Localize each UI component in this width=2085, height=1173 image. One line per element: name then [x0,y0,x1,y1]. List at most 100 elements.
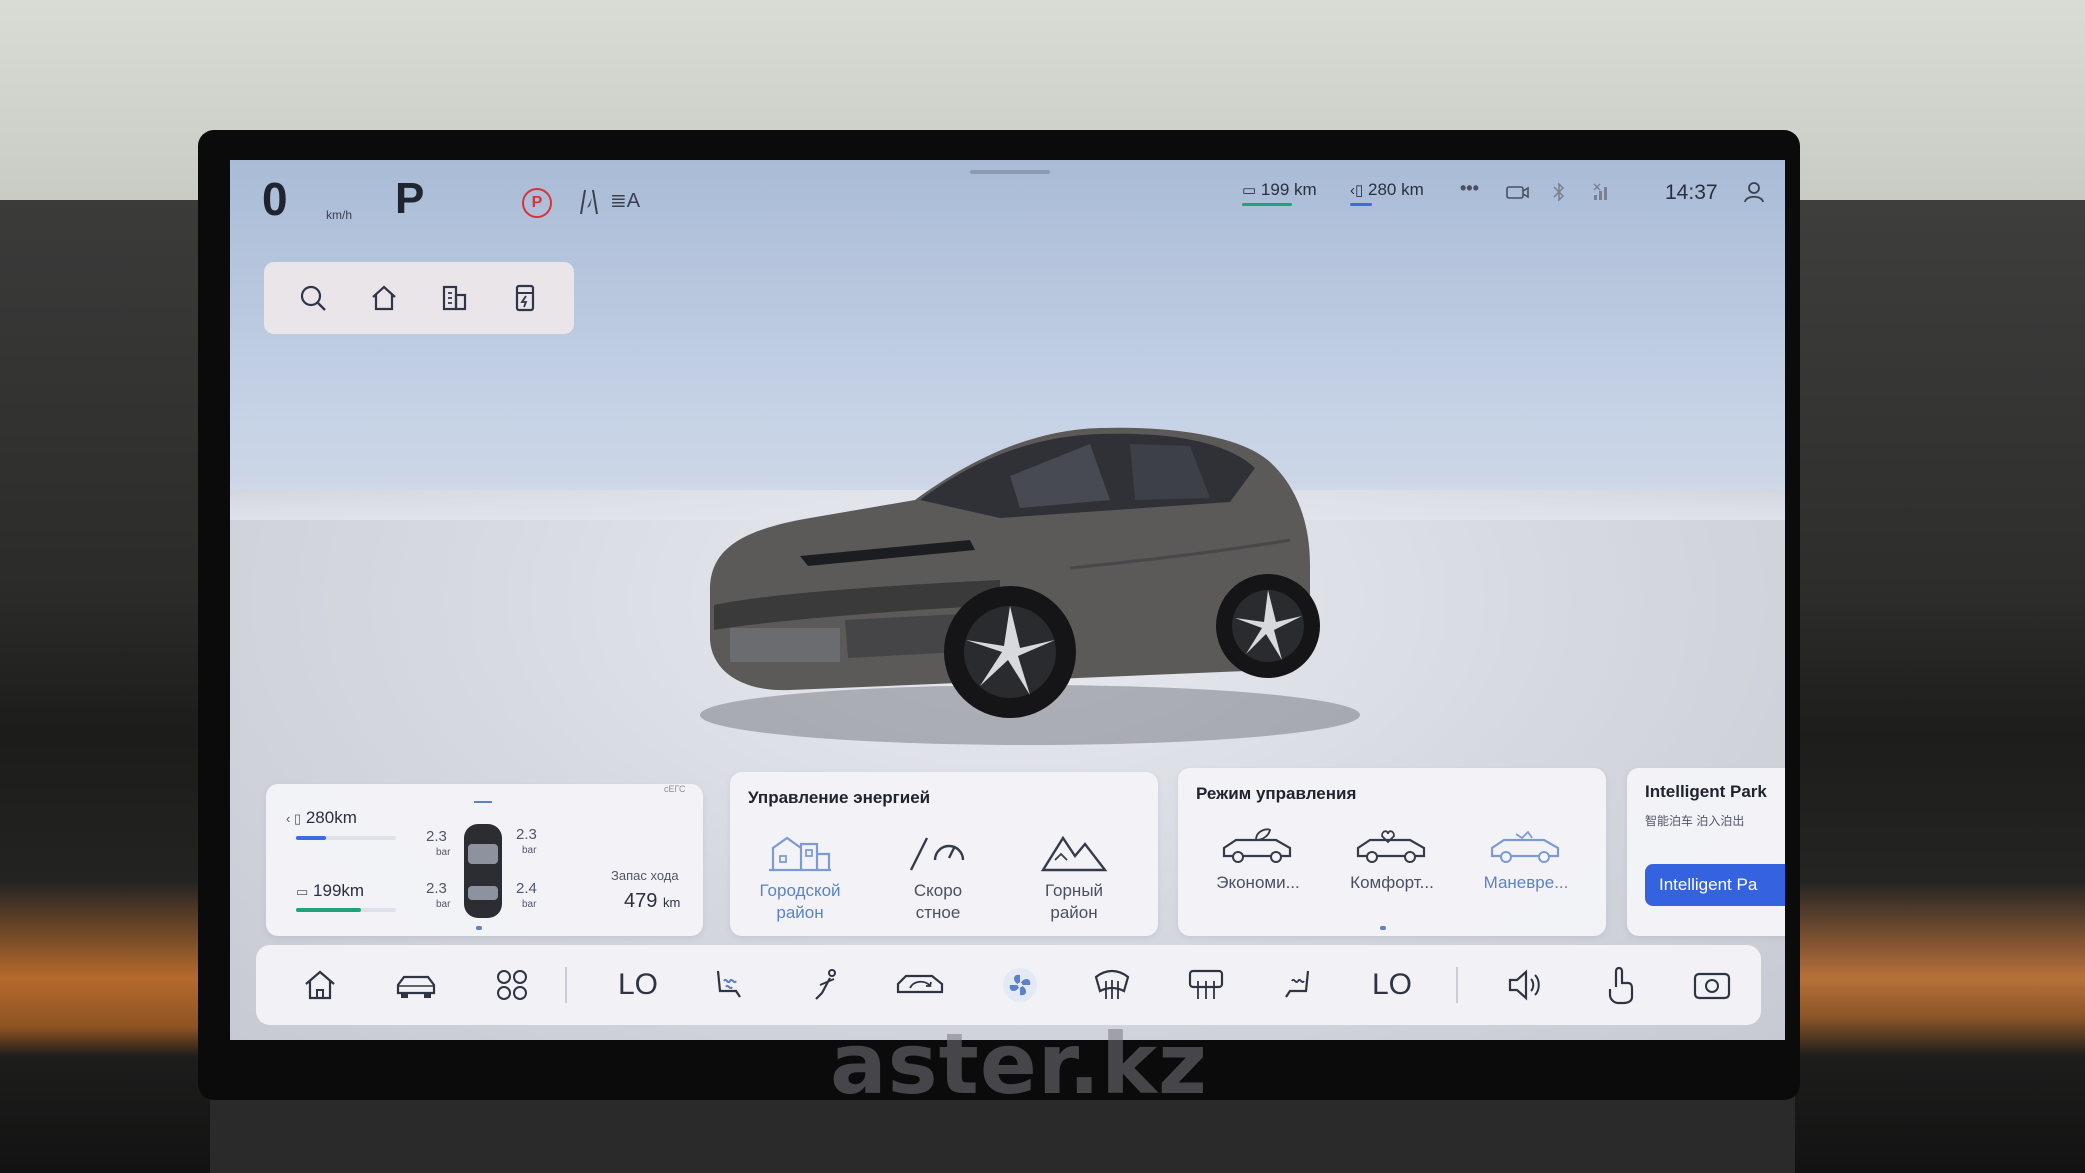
card-corner-label: сЕГС [664,784,686,794]
fan-icon[interactable] [996,961,1044,1009]
total-range-unit: km [662,895,681,910]
energy-mode-highway[interactable]: Скоро стное [878,830,998,924]
electric-range-chip[interactable]: ▭ 199 km [1242,180,1317,206]
drive-mode-comfort-label: Комфорт... [1350,873,1434,892]
speed-unit: km/h [326,208,353,222]
comfort-car-icon [1356,830,1426,863]
tire-unit-front-left: bar [436,847,451,858]
parking-brake-icon: P [522,188,552,218]
clock: 14:37 [1665,181,1718,204]
fuel-range-bar [1350,203,1372,206]
tire-unit-rear-left: bar [436,899,451,910]
intelligent-park-button[interactable]: Intelligent Pa [1645,864,1785,906]
total-range-row: 479 km [624,890,680,913]
home-icon[interactable] [364,278,404,318]
electric-range-row: ▭ 199km [296,881,364,901]
rear-defrost-icon[interactable] [1182,961,1230,1009]
drive-mode-card: Режим управления Экономи... Комфорт... М… [1178,768,1606,936]
drive-mode-sport[interactable]: Маневре... [1466,826,1586,894]
energy-mode-city[interactable]: Городской район [740,830,860,924]
energy-mode-mountain-label-1: Горный [1044,881,1104,900]
page-indicator [476,926,482,930]
fuel-range-row: ‹ ▯ 280km [286,808,357,828]
drive-mode-comfort[interactable]: Комфорт... [1332,826,1452,894]
drive-card-title: Режим управления [1196,784,1357,803]
park-card-title: Intelligent Park [1645,782,1767,801]
energy-mode-highway-label-1: Скоро [913,881,963,900]
windshield-defrost-icon[interactable] [1088,961,1136,1009]
park-card-subtitle: 智能泊车 泊入泊出 [1645,814,1745,828]
electric-range-value: 199 km [1260,180,1317,199]
volume-icon[interactable] [1502,961,1550,1009]
fuel-level-fill [296,836,326,840]
driver-temperature-value: LO [617,968,659,1001]
watermark: aster.kz [830,1015,1208,1113]
total-range-value: 479 [624,890,658,912]
infotainment-screen: 0 km/h P P ≣A ▭ 199 km ‹▯ 280 km ••• 14:… [230,160,1785,1040]
energy-mode-city-label-1: Городской [759,881,841,900]
pull-down-handle[interactable] [970,170,1050,174]
driver-temperature[interactable]: LO [606,961,670,1009]
speed-value: 0 [262,173,288,225]
electric-range-icon: ▭ [1242,182,1257,199]
camera-icon [1505,182,1529,207]
seat-belt-icon[interactable] [802,961,850,1009]
auto-headlight-icon: ≣A [610,190,641,212]
bottom-dock: LO LO [256,945,1761,1025]
fuel-range-value: 280 km [1367,180,1424,199]
battery-icon: ▭ [296,884,309,899]
vehicle-3d-model[interactable] [670,390,1390,750]
charging-station-icon[interactable] [505,278,545,318]
dock-separator [565,967,567,1003]
more-icon[interactable]: ••• [1460,178,1479,199]
tire-pressure-front-left: 2.3 [426,828,447,845]
drive-mode-indicator [1380,926,1386,930]
dock-separator [1456,967,1458,1003]
home-icon[interactable] [296,961,344,1009]
photo-dashboard-left [0,200,210,1173]
passenger-temperature-value: LO [1371,968,1413,1001]
sport-car-icon [1490,830,1560,863]
quick-navigation-panel [264,262,574,334]
tire-unit-front-right: bar [522,845,537,856]
electric-range-bar [1242,203,1292,206]
energy-mode-mountain[interactable]: Горный район [1014,830,1134,924]
recirculation-icon[interactable] [892,961,948,1009]
car-icon[interactable] [392,961,440,1009]
tire-pressure-rear-right: 2.4 [516,880,537,897]
tpms-electric-range: 199km [313,881,365,900]
camera-icon[interactable] [1688,961,1736,1009]
tire-pressure-rear-left: 2.3 [426,880,447,897]
energy-management-card: Управление энергией Городской район Скор… [730,772,1158,936]
drive-mode-eco-label: Экономи... [1216,873,1300,892]
tire-pressure-front-right: 2.3 [516,826,537,843]
car-top-view-icon [456,800,510,925]
city-icon [769,836,831,872]
lane-assist-icon [575,188,603,222]
search-icon[interactable] [293,278,333,318]
mountain-icon [1040,835,1108,872]
eco-car-icon [1222,828,1292,863]
energy-card-title: Управление энергией [748,788,931,807]
tire-unit-rear-right: bar [522,899,537,910]
seat-heat-icon[interactable] [704,961,752,1009]
bluetooth-icon [1552,182,1566,207]
range-label: Запас хода [611,868,679,883]
energy-mode-mountain-label-2: район [1050,903,1098,922]
fuel-range-chip[interactable]: ‹▯ 280 km [1350,180,1424,206]
user-icon[interactable] [1742,180,1766,209]
apps-icon[interactable] [488,961,536,1009]
drive-mode-sport-label: Маневре... [1483,873,1569,892]
passenger-seat-icon[interactable] [1274,961,1322,1009]
company-icon[interactable] [434,278,474,318]
vehicle-status-card[interactable]: ‹ ▯ 280km ▭ 199km 2.3 bar 2.3 bar 2.3 ba… [266,784,703,936]
fuel-icon: ‹ ▯ [286,811,302,826]
energy-mode-city-label-2: район [776,903,824,922]
passenger-temperature[interactable]: LO [1360,961,1424,1009]
gesture-icon[interactable] [1596,961,1644,1009]
energy-mode-highway-label-2: стное [915,903,961,922]
drive-mode-eco[interactable]: Экономи... [1198,826,1318,894]
gear-indicator: P [395,174,425,223]
signal-icon [1592,182,1612,207]
fuel-range-icon: ‹▯ [1350,182,1364,199]
